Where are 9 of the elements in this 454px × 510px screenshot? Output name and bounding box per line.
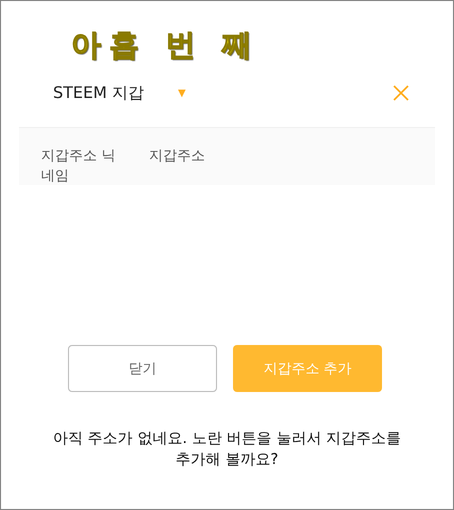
add-address-button[interactable]: 지갑주소 추가 <box>233 345 382 392</box>
close-icon[interactable] <box>393 85 409 101</box>
heading: 아홉 번 째 <box>71 27 260 65</box>
dropdown-caret[interactable]: ▼ <box>178 88 186 98</box>
column-header: 지갑주소 <box>149 147 206 166</box>
close-button[interactable]: 닫기 <box>68 345 217 392</box>
hint-text: 아직 주소가 없네요. 노란 버튼을 눌러서 지갑주소를 추가해 볼까요? <box>52 428 402 470</box>
wallet-title: STEEM 지갑 <box>53 82 144 104</box>
column-header: 지갑주소 닉네임 <box>41 147 116 185</box>
